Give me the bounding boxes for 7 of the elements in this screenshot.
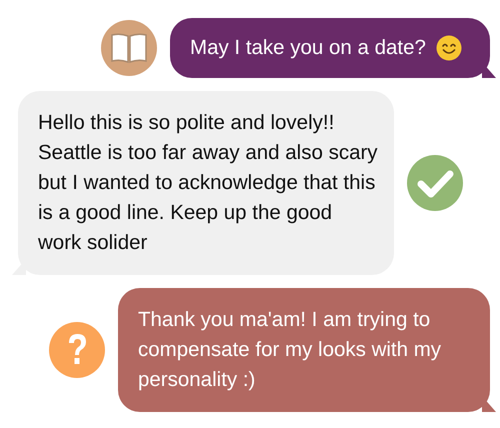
message-text: Thank you ma'am! I am trying to compensate for my looks with my personality :): [138, 307, 442, 393]
message-text: Hello this is so polite and lovely!! Seattle is too far away and also scary but I wanted to acknowledge that this is a good line. Keep up the good work solider: [38, 110, 379, 256]
question-icon: [48, 321, 106, 379]
smiley-icon: [436, 35, 462, 61]
checkmark-icon: [406, 154, 464, 212]
book-icon: [100, 19, 158, 77]
message-text: May I take you on a date?: [190, 35, 426, 61]
